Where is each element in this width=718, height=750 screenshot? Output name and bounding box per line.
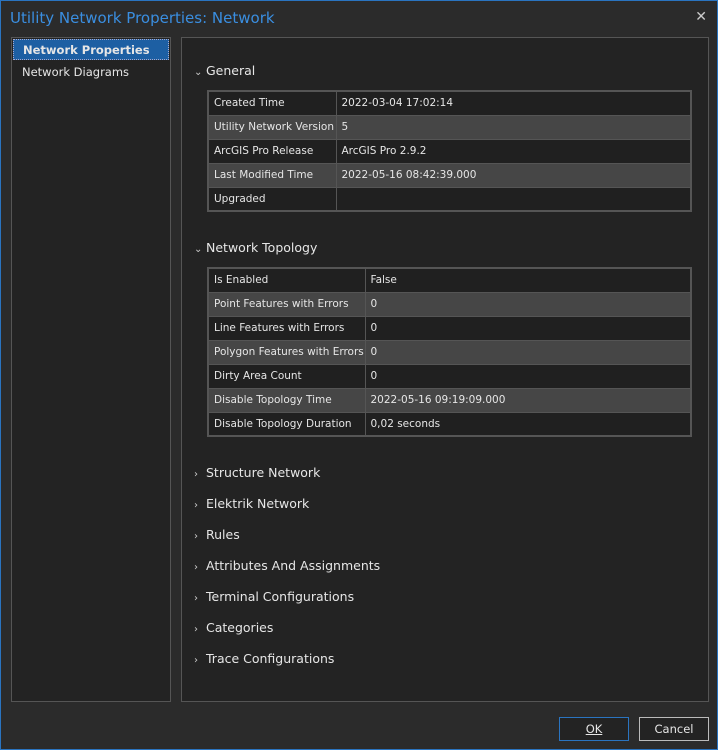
property-value: 2022-03-04 17:02:14 xyxy=(335,90,692,116)
section-elektrik-network[interactable]: › Elektrik Network xyxy=(194,496,309,511)
section-title: Attributes And Assignments xyxy=(206,558,381,573)
table-row: Dirty Area Count 0 xyxy=(207,363,692,389)
section-attributes-and-assignments[interactable]: › Attributes And Assignments xyxy=(194,558,380,573)
ok-label: OK xyxy=(585,722,603,736)
property-name: ArcGIS Pro Release xyxy=(207,138,337,164)
table-row: ArcGIS Pro Release ArcGIS Pro 2.9.2 xyxy=(207,138,692,164)
property-name: Dirty Area Count xyxy=(207,363,366,389)
section-title: Network Topology xyxy=(206,240,318,255)
sidebar-item-network-properties[interactable]: Network Properties xyxy=(13,39,169,60)
section-terminal-configurations[interactable]: › Terminal Configurations xyxy=(194,589,354,604)
property-name: Disable Topology Time xyxy=(207,387,366,413)
chevron-down-icon: ⌄ xyxy=(194,244,203,255)
table-row: Created Time 2022-03-04 17:02:14 xyxy=(207,90,692,116)
property-value: False xyxy=(364,267,692,293)
property-name: Upgraded xyxy=(207,186,337,212)
cancel-button[interactable]: Cancel xyxy=(639,717,709,741)
property-value: 2022-05-16 08:42:39.000 xyxy=(335,162,692,188)
property-name: Point Features with Errors xyxy=(207,291,366,317)
property-value: 0 xyxy=(364,339,692,365)
property-value: 0 xyxy=(364,291,692,317)
property-value: 0,02 seconds xyxy=(364,411,692,437)
ok-button[interactable]: OK xyxy=(559,717,629,741)
section-trace-configurations[interactable]: › Trace Configurations xyxy=(194,651,334,666)
chevron-right-icon: › xyxy=(194,500,198,511)
section-title: Structure Network xyxy=(206,465,321,480)
property-name: Created Time xyxy=(207,90,337,116)
section-structure-network[interactable]: › Structure Network xyxy=(194,465,320,480)
close-icon[interactable]: ✕ xyxy=(695,9,707,25)
table-row: Polygon Features with Errors 0 xyxy=(207,339,692,365)
chevron-right-icon: › xyxy=(194,624,198,635)
property-value: 5 xyxy=(335,114,692,140)
topology-table: Is Enabled False Point Features with Error… xyxy=(207,267,692,437)
chevron-right-icon: › xyxy=(194,531,198,542)
table-row: Disable Topology Time 2022-05-16 09:19:09… xyxy=(207,387,692,413)
table-row: Disable Topology Duration 0,02 seconds xyxy=(207,411,692,437)
section-categories[interactable]: › Categories xyxy=(194,620,273,635)
table-row: Line Features with Errors 0 xyxy=(207,315,692,341)
dialog-title: Utility Network Properties: Network xyxy=(10,9,275,27)
chevron-right-icon: › xyxy=(194,562,198,573)
section-title: Elektrik Network xyxy=(206,496,310,511)
table-row: Point Features with Errors 0 xyxy=(207,291,692,317)
section-title: Trace Configurations xyxy=(206,651,335,666)
table-row: Utility Network Version 5 xyxy=(207,114,692,140)
table-row: Upgraded xyxy=(207,186,692,212)
chevron-down-icon: ⌄ xyxy=(194,67,203,78)
property-value: 0 xyxy=(364,315,692,341)
general-table: Created Time 2022-03-04 17:02:14 Utility N… xyxy=(207,90,692,212)
properties-panel: ⌄ General Created Time 2022-03-04 17:02:14… xyxy=(181,37,709,702)
table-row: Is Enabled False xyxy=(207,267,692,293)
dialog-window: Utility Network Properties: Network ✕ Ne… xyxy=(0,0,718,750)
section-title: Categories xyxy=(206,620,274,635)
section-title: General xyxy=(206,63,256,78)
property-value: ArcGIS Pro 2.9.2 xyxy=(335,138,692,164)
section-title: Terminal Configurations xyxy=(206,589,355,604)
property-name: Last Modified Time xyxy=(207,162,337,188)
property-value xyxy=(335,186,692,212)
section-title: Rules xyxy=(206,527,240,542)
sidebar-item-network-diagrams[interactable]: Network Diagrams xyxy=(13,62,169,83)
property-name: Utility Network Version xyxy=(207,114,337,140)
property-name: Line Features with Errors xyxy=(207,315,366,341)
sidebar: Network Properties Network Diagrams xyxy=(11,37,171,702)
property-value: 2022-05-16 09:19:09.000 xyxy=(364,387,692,413)
property-name: Disable Topology Duration xyxy=(207,411,366,437)
property-name: Is Enabled xyxy=(207,267,366,293)
table-row: Last Modified Time 2022-05-16 08:42:39.00… xyxy=(207,162,692,188)
chevron-right-icon: › xyxy=(194,469,198,480)
section-rules[interactable]: › Rules xyxy=(194,527,240,542)
chevron-right-icon: › xyxy=(194,655,198,666)
section-network-topology[interactable]: ⌄ Network Topology xyxy=(194,240,317,255)
property-value: 0 xyxy=(364,363,692,389)
chevron-right-icon: › xyxy=(194,593,198,604)
property-name: Polygon Features with Errors xyxy=(207,339,366,365)
section-general[interactable]: ⌄ General xyxy=(194,63,255,78)
